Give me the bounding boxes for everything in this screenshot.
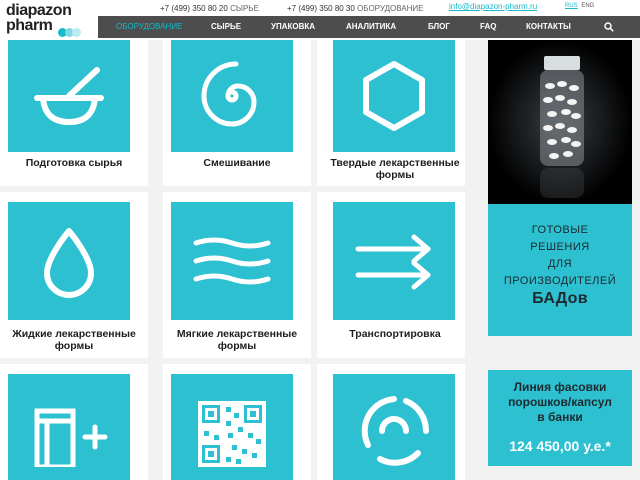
category-label: Мягкие лекарственные формы xyxy=(176,328,298,352)
category-tile xyxy=(8,374,130,480)
logo-line-2: pharm xyxy=(6,17,53,34)
nav-item-faq[interactable]: FAQ xyxy=(480,22,496,31)
category-card-raw-prep[interactable]: Подготовка сырья xyxy=(0,40,148,186)
nav-item-blog[interactable]: БЛОГ xyxy=(428,22,450,31)
banner-line-4: ПРОИЗВОДИТЕЛЕЙ xyxy=(503,275,617,287)
category-label: Подготовка сырья xyxy=(25,157,123,169)
phone-raw-number: +7 (499) 350 80 20 xyxy=(160,4,228,13)
category-card-liquid-forms[interactable]: Жидкие лекарственные формы xyxy=(0,192,148,358)
nav-item-packaging[interactable]: УПАКОВКА xyxy=(271,22,315,31)
category-label: Транспортировка xyxy=(349,328,441,340)
banner-line-5: БАДов xyxy=(532,290,588,307)
main-nav: ОБОРУДОВАНИЕ СЫРЬЕ УПАКОВКА АНАЛИТИКА БЛ… xyxy=(98,16,640,38)
category-tile xyxy=(171,374,293,480)
phone-raw[interactable]: +7 (499) 350 80 20 СЫРЬЕ xyxy=(160,4,259,13)
site-header: diapazon pharm +7 (499) 350 80 20 СЫРЬЕ … xyxy=(0,0,640,40)
category-label: Смешивание xyxy=(203,157,271,169)
banner-text: ГОТОВЫЕ РЕШЕНИЯ ДЛЯ ПРОИЗВОДИТЕЛЕЙ БАДов xyxy=(488,222,632,307)
category-card-cycle[interactable] xyxy=(317,364,465,480)
banner-line-2: РЕШЕНИЯ xyxy=(530,241,590,253)
qr-code-icon xyxy=(198,401,266,467)
category-card-transport[interactable]: Транспортировка xyxy=(317,192,465,358)
promo-price: 124 450,00 у.е.* xyxy=(509,438,611,454)
lang-en[interactable]: ENG xyxy=(581,3,594,9)
category-card-solid-forms[interactable]: Твердые лекарственные формы xyxy=(317,40,465,186)
waves-icon xyxy=(193,237,271,285)
filling-line-promo[interactable]: Линия фасовки порошков/капсул в банки 12… xyxy=(488,370,632,466)
nav-item-analytics[interactable]: АНАЛИТИКА xyxy=(346,22,396,31)
promo-line-1: Линия фасовки xyxy=(513,380,607,394)
phone-equipment[interactable]: +7 (499) 350 80 30 ОБОРУДОВАНИЕ xyxy=(287,4,423,13)
site-logo[interactable]: diapazon pharm xyxy=(6,3,96,37)
banner-line-3: ДЛЯ xyxy=(547,258,573,270)
category-tile xyxy=(333,40,455,152)
nav-item-raw[interactable]: СЫРЬЕ xyxy=(211,22,241,31)
nav-item-equipment[interactable]: ОБОРУДОВАНИЕ xyxy=(116,22,182,31)
phone-raw-label: СЫРЬЕ xyxy=(230,4,259,13)
category-card-mixing[interactable]: Смешивание xyxy=(163,40,311,186)
promo-line-3: в банки xyxy=(537,410,583,424)
supplements-banner[interactable]: ГОТОВЫЕ РЕШЕНИЯ ДЛЯ ПРОИЗВОДИТЕЛЕЙ БАДов xyxy=(488,40,632,336)
category-tile xyxy=(333,202,455,320)
hexagon-icon xyxy=(363,61,425,131)
banner-photo xyxy=(488,40,632,204)
mortar-pestle-icon xyxy=(34,67,104,125)
lang-ru[interactable]: RUS xyxy=(565,3,578,9)
category-tile xyxy=(171,40,293,152)
category-label: Твердые лекарственные формы xyxy=(330,157,460,181)
category-tile xyxy=(171,202,293,320)
spiral-icon xyxy=(201,61,257,127)
language-switcher: RUS ENG xyxy=(565,3,596,9)
category-tile xyxy=(8,40,130,152)
category-card-packaging[interactable] xyxy=(0,364,148,480)
category-label: Жидкие лекарственные формы xyxy=(12,328,136,352)
nav-item-contacts[interactable]: КОНТАКТЫ xyxy=(526,22,571,31)
pill-bottle-image xyxy=(488,40,632,204)
category-tile xyxy=(8,202,130,320)
phone-equipment-number: +7 (499) 350 80 30 xyxy=(287,4,355,13)
promo-line-2: порошков/капсул xyxy=(508,395,612,409)
logo-line-1: diapazon xyxy=(6,2,72,19)
drop-icon xyxy=(44,228,94,298)
phone-equipment-label: ОБОРУДОВАНИЕ xyxy=(357,4,424,13)
banner-line-1: ГОТОВЫЕ xyxy=(531,224,589,236)
category-card-soft-forms[interactable]: Мягкие лекарственные формы xyxy=(163,192,311,358)
container-plus-icon xyxy=(34,408,108,467)
promo-title: Линия фасовки порошков/капсул в банки xyxy=(488,380,632,425)
circular-arrows-icon xyxy=(361,396,430,466)
category-card-marking[interactable] xyxy=(163,364,311,480)
email-link[interactable]: info@diapazon-pharm.ru xyxy=(449,2,537,11)
search-icon[interactable] xyxy=(604,22,614,32)
arrows-right-icon xyxy=(355,234,431,290)
category-tile xyxy=(333,374,455,480)
